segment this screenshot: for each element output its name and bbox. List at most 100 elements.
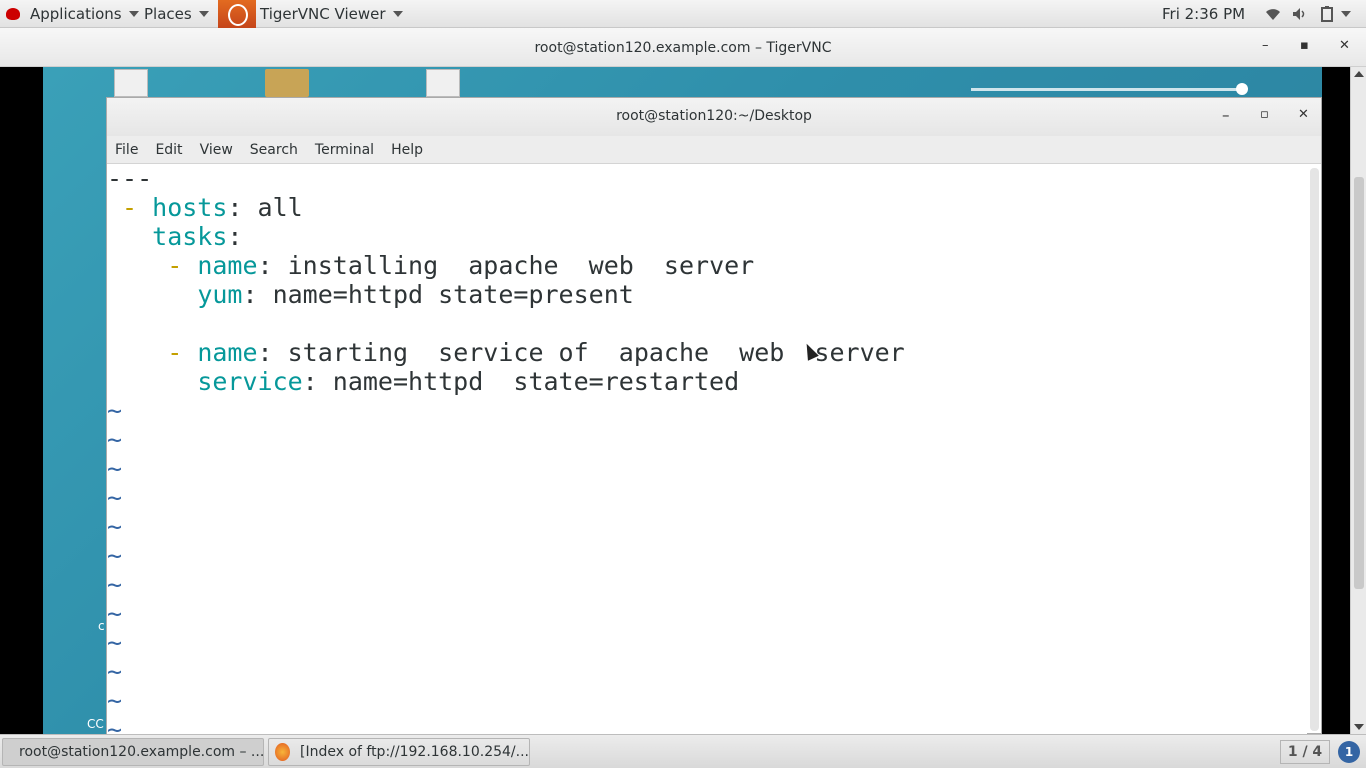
- terminal-line: - name: starting service of apache web s…: [107, 338, 1307, 367]
- terminal-line: ~: [107, 483, 1307, 512]
- terminal-text: ~: [107, 715, 123, 735]
- terminal-scrollbar[interactable]: [1310, 168, 1319, 731]
- terminal-line: ~: [107, 628, 1307, 657]
- terminal-close-button[interactable]: ✕: [1298, 107, 1309, 122]
- terminal-text: ~: [107, 541, 123, 570]
- terminal-line: ~: [107, 715, 1307, 735]
- task-terminal-vnc[interactable]: root@station120.example.com – ...: [2, 738, 264, 766]
- vnc-window-title: root@station120.example.com – TigerVNC: [534, 40, 832, 56]
- battery-icon: [1321, 6, 1333, 22]
- task-firefox[interactable]: [Index of ftp://192.168.10.254/...: [268, 738, 530, 766]
- chevron-down-icon: [392, 11, 403, 17]
- scroll-up-icon[interactable]: [1354, 71, 1364, 77]
- terminal-text: ~: [107, 628, 123, 657]
- workspace-pager[interactable]: 1 / 4: [1280, 740, 1330, 764]
- terminal-line: ~: [107, 570, 1307, 599]
- terminal-maximize-button[interactable]: ▫: [1260, 107, 1269, 122]
- clock[interactable]: Fri 2:36 PM: [1162, 0, 1245, 28]
- terminal-line: tasks:: [107, 222, 1307, 251]
- redhat-logo-icon: [6, 8, 20, 20]
- terminal-text: ~: [107, 512, 123, 541]
- terminal-text: hosts: [152, 193, 228, 222]
- terminal-text: -: [107, 338, 198, 367]
- terminal-text: ~: [107, 483, 123, 512]
- terminal-text: service: [197, 367, 303, 396]
- document-icon[interactable]: [426, 69, 460, 97]
- terminal-line: - name: installing apache web server: [107, 251, 1307, 280]
- active-app-menu[interactable]: TigerVNC Viewer: [218, 0, 403, 28]
- terminal-text: : all: [227, 193, 303, 222]
- places-menu[interactable]: Places: [144, 0, 209, 28]
- tigervnc-icon: [218, 0, 256, 28]
- terminal-text: ~: [107, 657, 123, 686]
- chevron-down-icon: [1341, 11, 1351, 17]
- document-icon[interactable]: [114, 69, 148, 97]
- terminal-line: ~: [107, 599, 1307, 628]
- desktop-icon-label: c: [98, 619, 105, 633]
- terminal-text: : name=httpd state=restarted: [302, 367, 740, 396]
- desktop-slider-knob: [1236, 83, 1248, 95]
- bottom-taskbar: root@station120.example.com – ... [Index…: [0, 734, 1366, 768]
- menu-edit[interactable]: Edit: [155, 136, 182, 163]
- chevron-down-icon: [198, 11, 209, 17]
- active-app-label: TigerVNC Viewer: [260, 5, 386, 23]
- scroll-down-icon[interactable]: [1354, 724, 1364, 730]
- vnc-window-titlebar[interactable]: root@station120.example.com – TigerVNC –…: [0, 28, 1366, 67]
- terminal-text: ~: [107, 686, 123, 715]
- close-button[interactable]: ✕: [1339, 38, 1350, 53]
- places-label: Places: [144, 5, 192, 23]
- menu-help[interactable]: Help: [391, 136, 423, 163]
- terminal-text: ~: [107, 425, 123, 454]
- applications-menu[interactable]: Applications: [6, 0, 139, 28]
- terminal-text: ~: [107, 396, 123, 425]
- terminal-title: root@station120:~/Desktop: [616, 108, 812, 124]
- firefox-icon: [275, 743, 290, 761]
- terminal-window[interactable]: root@station120:~/Desktop – ▫ ✕ File Edi…: [106, 97, 1322, 735]
- applications-label: Applications: [30, 5, 122, 23]
- terminal-line: service: name=httpd state=restarted: [107, 367, 1307, 396]
- desktop-icon-label: CC: [87, 717, 104, 731]
- terminal-line: ~: [107, 686, 1307, 715]
- terminal-text: -: [107, 193, 153, 222]
- terminal-text: name: [197, 338, 258, 367]
- terminal-text: : installing apache web server: [257, 251, 755, 280]
- volume-icon[interactable]: [1292, 0, 1308, 28]
- terminal-line: ~: [107, 396, 1307, 425]
- terminal-menubar: File Edit View Search Terminal Help: [107, 136, 1321, 164]
- folder-icon[interactable]: [265, 69, 309, 97]
- task-label: [Index of ftp://192.168.10.254/...: [299, 744, 529, 760]
- terminal-line: ---: [107, 164, 1307, 193]
- menu-view[interactable]: View: [200, 136, 233, 163]
- task-label: root@station120.example.com – ...: [19, 744, 264, 760]
- notification-badge[interactable]: 1: [1338, 741, 1360, 763]
- minimize-button[interactable]: –: [1262, 38, 1269, 53]
- maximize-button[interactable]: ▪: [1300, 38, 1309, 53]
- terminal-text: ~: [107, 570, 123, 599]
- terminal-text: yum: [197, 280, 243, 309]
- terminal-text: ---: [107, 164, 153, 193]
- terminal-line: - hosts: all: [107, 193, 1307, 222]
- chevron-down-icon: [128, 11, 139, 17]
- vnc-scrollbar-thumb[interactable]: [1354, 177, 1364, 589]
- wifi-icon[interactable]: [1265, 0, 1281, 28]
- terminal-text: ~: [107, 599, 123, 628]
- terminal-line: ~: [107, 657, 1307, 686]
- terminal-text: -: [107, 251, 198, 280]
- terminal-titlebar[interactable]: root@station120:~/Desktop – ▫ ✕: [107, 98, 1321, 136]
- terminal-text: ~: [107, 454, 123, 483]
- system-menu[interactable]: [1320, 0, 1351, 28]
- terminal-text: : name=httpd state=present: [242, 280, 634, 309]
- terminal-line: ~: [107, 512, 1307, 541]
- menu-file[interactable]: File: [115, 136, 138, 163]
- terminal-minimize-button[interactable]: –: [1222, 106, 1230, 124]
- terminal-content[interactable]: --- - hosts: all tasks: - name: installi…: [107, 164, 1307, 735]
- menu-search[interactable]: Search: [250, 136, 298, 163]
- remote-padding: [1322, 67, 1350, 734]
- terminal-line: ~: [107, 454, 1307, 483]
- terminal-line: ~: [107, 541, 1307, 570]
- top-panel: Applications Places TigerVNC Viewer Fri …: [0, 0, 1366, 28]
- vnc-scrollbar[interactable]: [1350, 67, 1366, 734]
- menu-terminal[interactable]: Terminal: [315, 136, 374, 163]
